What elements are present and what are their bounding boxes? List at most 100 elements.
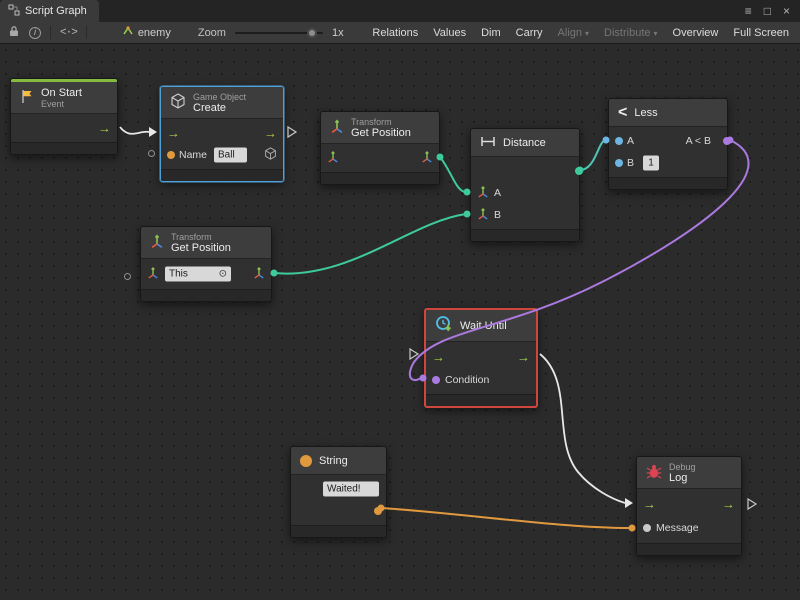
node-on-start[interactable]: On Start Event → xyxy=(10,78,118,155)
input-b-row: B xyxy=(471,204,579,226)
tab-script-graph[interactable]: Script Graph xyxy=(0,0,99,22)
maximize-icon[interactable]: □ xyxy=(764,4,771,18)
object-picker-icon[interactable] xyxy=(264,147,277,163)
node-header: Wait Until xyxy=(426,310,536,342)
node-type-label: Transform xyxy=(171,232,231,242)
script-graph-tab-icon xyxy=(8,4,20,19)
node-footer xyxy=(161,169,283,181)
node-wait-until[interactable]: Wait Until → → Condition xyxy=(424,308,538,408)
node-header: Game Object Create xyxy=(161,87,283,119)
value-row: Waited! xyxy=(291,478,386,500)
node-title: String xyxy=(319,455,348,467)
transform-input-port[interactable] xyxy=(147,267,159,282)
message-input-port[interactable] xyxy=(643,524,651,532)
node-less[interactable]: < Less A A < B B 1 xyxy=(608,98,728,190)
input-port-b[interactable] xyxy=(615,159,623,167)
title-bar: Script Graph ≡ □ × xyxy=(0,0,800,22)
message-row: Message xyxy=(637,516,741,540)
output-row xyxy=(291,500,386,522)
dim-button[interactable]: Dim xyxy=(478,27,504,39)
node-create-game-object[interactable]: Game Object Create → → Name Ball xyxy=(160,86,284,182)
node-header: Transform Get Position xyxy=(321,112,439,144)
node-subtitle: Event xyxy=(41,99,82,109)
node-title: Get Position xyxy=(351,127,411,139)
window-menu-icon[interactable]: ≡ xyxy=(745,4,752,18)
name-port-label: Name xyxy=(179,149,207,161)
flow-output-port[interactable]: → xyxy=(98,122,111,135)
bool-output-port[interactable] xyxy=(723,137,731,145)
b-value-field[interactable]: 1 xyxy=(643,156,659,171)
graph-toolbar: i <·> enemy Zoom 1x Relations Values Dim… xyxy=(0,22,800,44)
node-get-position-left[interactable]: Transform Get Position This ⊙ xyxy=(140,226,272,302)
condition-label: Condition xyxy=(445,374,489,386)
graph-asset-icon xyxy=(122,25,134,40)
node-title: Log xyxy=(669,472,696,484)
carry-button[interactable]: Carry xyxy=(513,27,546,39)
distribute-dropdown[interactable]: Distribute ▾ xyxy=(601,27,660,39)
transform-axes-icon xyxy=(330,119,344,136)
string-output-port[interactable] xyxy=(374,507,382,515)
flow-input-port[interactable]: → xyxy=(643,498,656,511)
target-picker-icon[interactable]: ⊙ xyxy=(219,269,227,279)
values-button[interactable]: Values xyxy=(430,27,469,39)
overview-button[interactable]: Overview xyxy=(670,27,722,39)
distance-output-port[interactable] xyxy=(575,167,583,175)
vector3-input-port-b[interactable] xyxy=(477,208,489,223)
node-distance[interactable]: Distance A B xyxy=(470,128,580,242)
node-header: Debug Log xyxy=(637,457,741,489)
less-icon: < xyxy=(618,105,627,121)
node-header: String xyxy=(291,447,386,475)
zoom-slider-handle[interactable] xyxy=(307,28,317,38)
condition-input-port[interactable] xyxy=(432,376,440,384)
align-dropdown[interactable]: Align ▾ xyxy=(555,27,592,39)
node-string[interactable]: String Waited! xyxy=(290,446,387,538)
target-row: This ⊙ xyxy=(141,262,271,286)
message-label: Message xyxy=(656,522,699,534)
flow-output-port[interactable]: → xyxy=(722,498,735,511)
empty-port-indicator[interactable] xyxy=(124,273,131,280)
tab-title: Script Graph xyxy=(25,5,87,17)
node-title: Less xyxy=(634,107,657,119)
collapse-toggle-icon[interactable]: <·> xyxy=(60,27,77,39)
node-title: On Start xyxy=(41,87,82,99)
vector3-input-port-a[interactable] xyxy=(477,186,489,201)
name-input-port[interactable] xyxy=(167,151,175,159)
port-b-label: B xyxy=(494,209,501,221)
toolbar-separator xyxy=(86,26,87,39)
transform-input-port[interactable] xyxy=(327,151,339,166)
input-a-row: A A < B xyxy=(609,130,727,152)
node-footer xyxy=(321,172,439,184)
name-value-field[interactable]: Ball xyxy=(214,148,247,163)
close-icon[interactable]: × xyxy=(783,4,790,18)
node-footer xyxy=(609,177,727,189)
port-row: → xyxy=(11,117,117,139)
target-value-field[interactable]: This ⊙ xyxy=(165,267,231,282)
fullscreen-button[interactable]: Full Screen xyxy=(730,27,792,39)
input-port-a[interactable] xyxy=(615,137,623,145)
flow-input-port[interactable]: → xyxy=(432,350,445,363)
flow-input-port[interactable]: → xyxy=(167,127,180,140)
node-footer xyxy=(291,525,386,537)
port-a-label: A xyxy=(627,135,634,147)
node-get-position-top[interactable]: Transform Get Position xyxy=(320,111,440,185)
node-debug-log[interactable]: Debug Log → → Message xyxy=(636,456,742,556)
vector3-output-port[interactable] xyxy=(421,151,433,166)
zoom-slider[interactable] xyxy=(235,27,323,39)
info-icon[interactable]: i xyxy=(29,27,41,39)
node-footer xyxy=(637,543,741,555)
string-value-field[interactable]: Waited! xyxy=(323,482,379,497)
transform-axes-icon xyxy=(150,234,164,251)
wait-clock-icon xyxy=(435,315,453,336)
node-footer xyxy=(11,142,117,154)
graph-owner[interactable]: enemy xyxy=(122,25,171,40)
flow-output-port[interactable]: → xyxy=(264,127,277,140)
name-port-row: Name Ball xyxy=(161,144,283,166)
node-header: Transform Get Position xyxy=(141,227,271,259)
node-title: Get Position xyxy=(171,242,231,254)
relations-button[interactable]: Relations xyxy=(369,27,421,39)
lock-icon[interactable] xyxy=(8,25,20,40)
vector3-output-port[interactable] xyxy=(253,267,265,282)
flow-output-port[interactable]: → xyxy=(517,350,530,363)
empty-port-indicator[interactable] xyxy=(148,150,155,157)
toolbar-separator xyxy=(50,26,51,39)
